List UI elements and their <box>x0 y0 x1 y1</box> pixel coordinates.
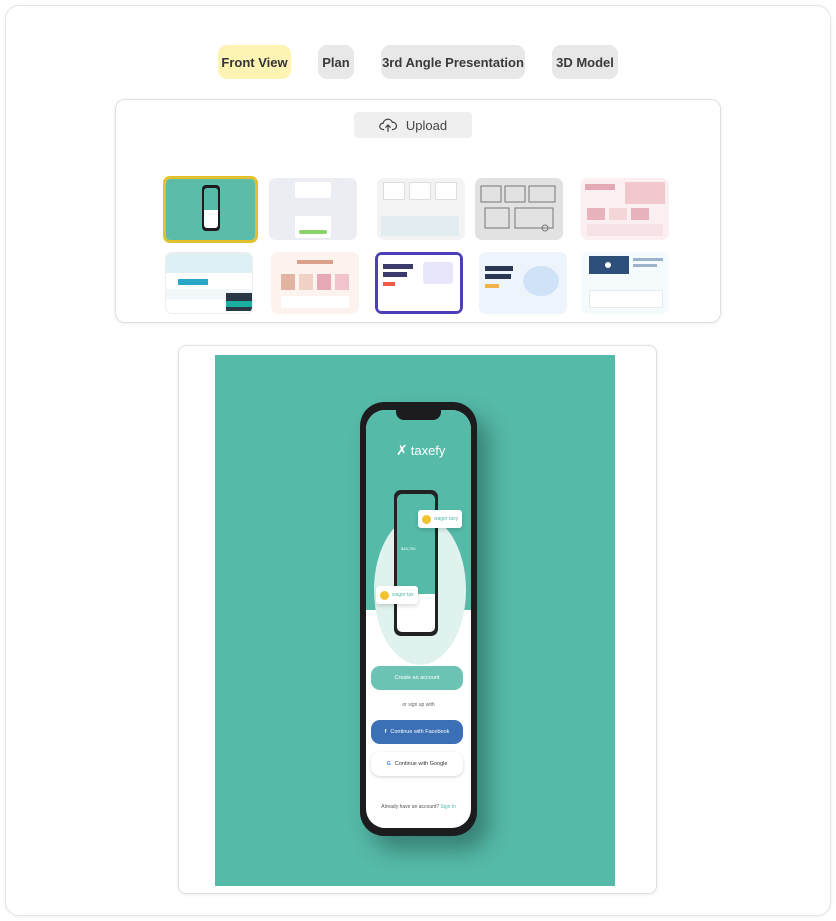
thumbnail-mobile-app[interactable] <box>269 178 357 240</box>
upload-label: Upload <box>405 117 448 133</box>
or-sign-up-text: or sign up with <box>402 702 435 708</box>
preview-image: ✗ taxefy $18,700 wager taxy wager tax Cr… <box>215 355 615 886</box>
coin-icon <box>422 514 431 524</box>
create-account-button: Create an account <box>371 666 463 690</box>
tab-front-view[interactable]: Front View <box>218 45 291 79</box>
google-icon: G <box>386 761 391 767</box>
tab-plan[interactable]: Plan <box>318 45 354 79</box>
view-tabs: Front View Plan 3rd Angle Presentation 3… <box>0 45 836 79</box>
thumbnail-grey-wireframe[interactable] <box>475 178 563 240</box>
google-button: G Continue with Google <box>371 752 463 776</box>
facebook-icon: f <box>384 729 387 735</box>
upload-button[interactable]: Upload <box>354 112 472 138</box>
thumbnail-purple-business[interactable] <box>375 252 463 314</box>
thumbnail-wireframe-collage[interactable] <box>377 178 465 240</box>
cloud-upload-icon <box>379 118 397 132</box>
facebook-button: f Continue with Facebook <box>371 720 463 744</box>
thumbnail-fashion-landing[interactable] <box>581 178 669 240</box>
thumbnail-blue-video[interactable] <box>581 252 669 314</box>
preview-card: ✗ taxefy $18,700 wager taxy wager tax Cr… <box>178 345 657 894</box>
floating-chip-top: wager taxy <box>418 510 463 528</box>
coin-icon <box>380 590 389 600</box>
taxefy-logo: ✗ taxefy <box>396 442 446 458</box>
thumbnail-product-showcase[interactable] <box>271 252 359 314</box>
thumbnail-health-insurance[interactable] <box>165 252 253 314</box>
phone-mockup: ✗ taxefy $18,700 wager taxy wager tax Cr… <box>360 402 477 836</box>
taxefy-mark-icon: ✗ <box>396 442 408 458</box>
image-gallery: Upload <box>115 99 721 323</box>
floating-chip-bottom: wager tax <box>376 586 418 604</box>
sign-in-text: Already have an account? Sign in <box>381 804 456 810</box>
thumbnail-team-illustration[interactable] <box>479 252 567 314</box>
tab-3d-model[interactable]: 3D Model <box>552 45 618 79</box>
phone-screen: ✗ taxefy $18,700 wager taxy wager tax Cr… <box>366 410 471 828</box>
thumbnail-taxefy-phone[interactable] <box>163 176 258 243</box>
tab-3rd-angle-presentation[interactable]: 3rd Angle Presentation <box>381 45 525 79</box>
